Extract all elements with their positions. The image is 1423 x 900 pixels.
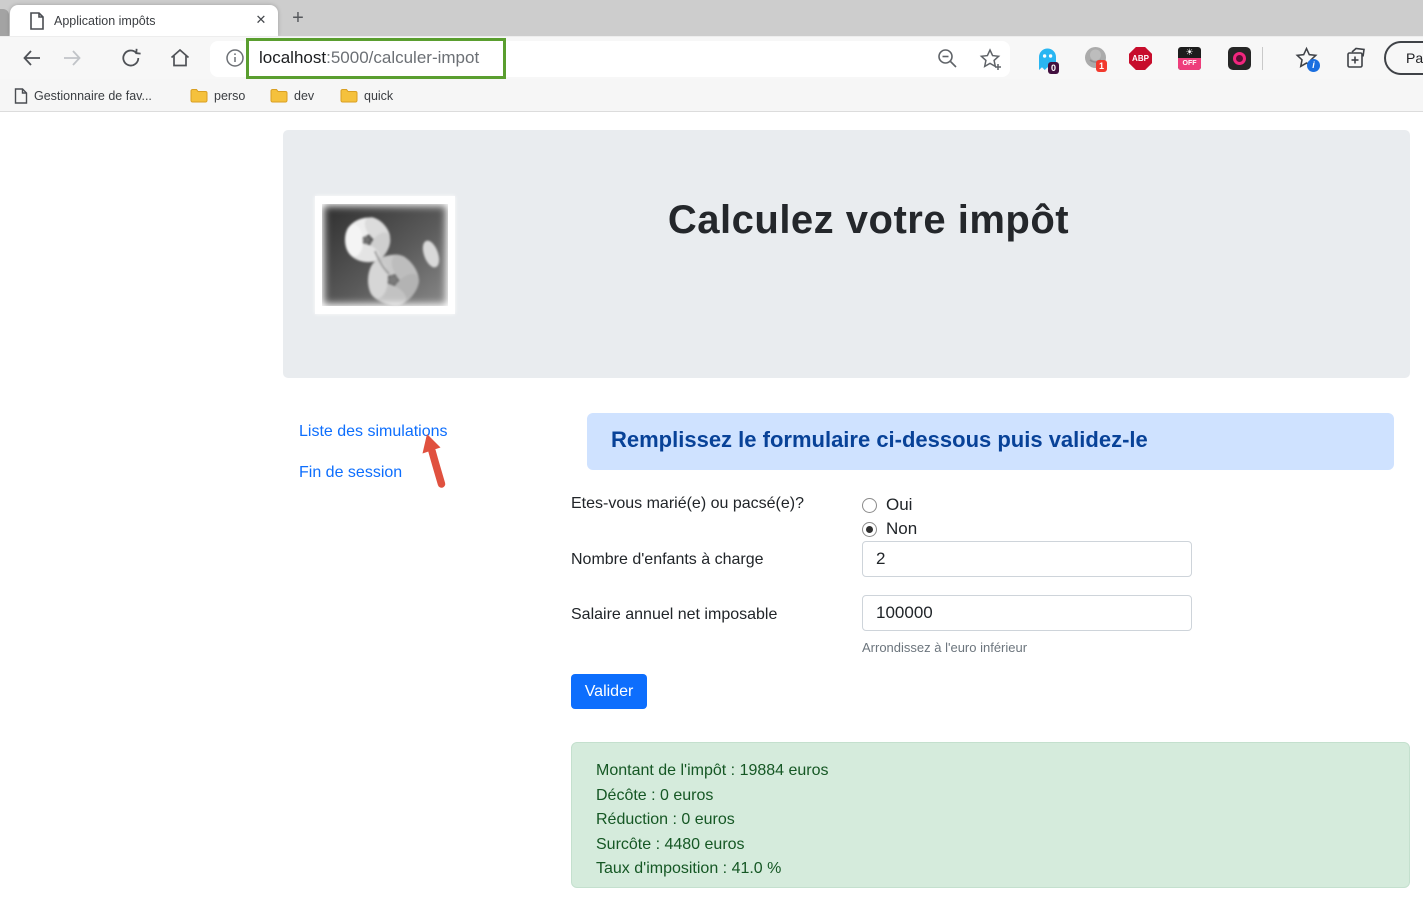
forward-arrow-icon	[60, 46, 84, 70]
favorite-label: quick	[364, 89, 393, 103]
result-surcote: Surcôte : 4480 euros	[596, 833, 1409, 858]
url-host: localhost	[259, 48, 326, 67]
info-circle-icon[interactable]	[224, 47, 246, 69]
url-text[interactable]: localhost:5000/calculer-impot	[259, 37, 479, 80]
children-label: Nombre d'enfants à charge	[571, 551, 764, 569]
darkreader-off-icon[interactable]: ☀ OFF	[1178, 47, 1201, 70]
favorite-label: dev	[294, 89, 314, 103]
salary-input[interactable]	[862, 595, 1192, 631]
ghostery-badge: 0	[1048, 62, 1059, 74]
record-circle-icon[interactable]	[1228, 47, 1251, 70]
result-panel: Montant de l'impôt : 19884 euros Décôte …	[571, 742, 1410, 888]
favorites-folder-quick[interactable]: quick	[340, 79, 393, 112]
radio-option-non[interactable]: Non	[862, 519, 917, 539]
page-title: Calculez votre impôt	[327, 198, 1410, 243]
info-alert: Remplissez le formulaire ci-dessous puis…	[587, 413, 1394, 470]
result-taux: Taux d'imposition : 41.0 %	[596, 857, 1409, 882]
tab-close-icon[interactable]: ✕	[252, 11, 270, 29]
info-alert-text: Remplissez le formulaire ci-dessous puis…	[587, 413, 1394, 453]
collections-icon[interactable]	[1344, 46, 1369, 71]
valider-button[interactable]: Valider	[571, 674, 647, 709]
folder-icon	[270, 88, 288, 103]
star-info-icon[interactable]: i	[1294, 46, 1319, 71]
result-decote: Décôte : 0 euros	[596, 784, 1409, 809]
radio-label: Non	[886, 519, 917, 539]
tab-strip: Application impôts ✕ +	[0, 0, 1423, 36]
favorite-label: perso	[214, 89, 245, 103]
radio-icon[interactable]	[862, 522, 877, 537]
refresh-icon[interactable]	[119, 46, 143, 70]
favorites-folder-dev[interactable]: dev	[270, 79, 314, 112]
radio-option-oui[interactable]: Oui	[862, 495, 912, 515]
profile-button[interactable]: Pas	[1384, 41, 1423, 75]
back-arrow-icon[interactable]	[20, 46, 44, 70]
children-input[interactable]	[862, 541, 1192, 577]
abp-icon[interactable]: ABP	[1129, 47, 1152, 70]
salary-help-text: Arrondissez à l'euro inférieur	[862, 640, 1027, 655]
favorites-folder-perso[interactable]: perso	[190, 79, 245, 112]
favorites-bar: Gestionnaire de fav... perso dev quick	[0, 79, 1423, 112]
blocker-badge: 1	[1096, 60, 1107, 72]
salary-label: Salaire annuel net imposable	[571, 606, 777, 624]
result-reduction: Réduction : 0 euros	[596, 808, 1409, 833]
marital-label: Etes-vous marié(e) ou pacsé(e)?	[571, 495, 804, 513]
browser-tab[interactable]: Application impôts ✕	[10, 5, 278, 36]
radio-label: Oui	[886, 495, 912, 515]
page-header: Calculez votre impôt	[283, 130, 1410, 378]
page-content: Calculez votre impôt Liste des simulatio…	[0, 113, 1423, 900]
favorites-manager-item[interactable]: Gestionnaire de fav...	[14, 79, 152, 112]
browser-toolbar: localhost:5000/calculer-impot 0 1 ABP ☀ …	[0, 36, 1423, 79]
result-montant: Montant de l'impôt : 19884 euros	[596, 759, 1409, 784]
new-tab-button[interactable]: +	[286, 7, 310, 29]
star-plus-icon[interactable]	[978, 47, 1002, 71]
url-path: :5000/calculer-impot	[326, 48, 479, 67]
home-icon[interactable]	[168, 46, 192, 70]
document-icon	[14, 88, 28, 104]
toolbar-divider	[1262, 47, 1263, 70]
folder-icon	[190, 88, 208, 103]
tab-title: Application impôts	[54, 14, 155, 28]
ghost-icon[interactable]: 0	[1036, 46, 1060, 72]
folder-icon	[340, 88, 358, 103]
favorite-label: Gestionnaire de fav...	[34, 89, 152, 103]
document-icon	[29, 12, 45, 30]
zoom-out-icon[interactable]	[936, 47, 959, 70]
gray-circle-icon[interactable]: 1	[1084, 46, 1107, 69]
nav-link-fin-session[interactable]: Fin de session	[299, 464, 402, 482]
window-edge-stub	[0, 9, 9, 36]
radio-icon[interactable]	[862, 498, 877, 513]
red-arrow-annotation	[412, 431, 448, 489]
browser-window: Application impôts ✕ + localhost:5000/ca…	[0, 0, 1423, 900]
